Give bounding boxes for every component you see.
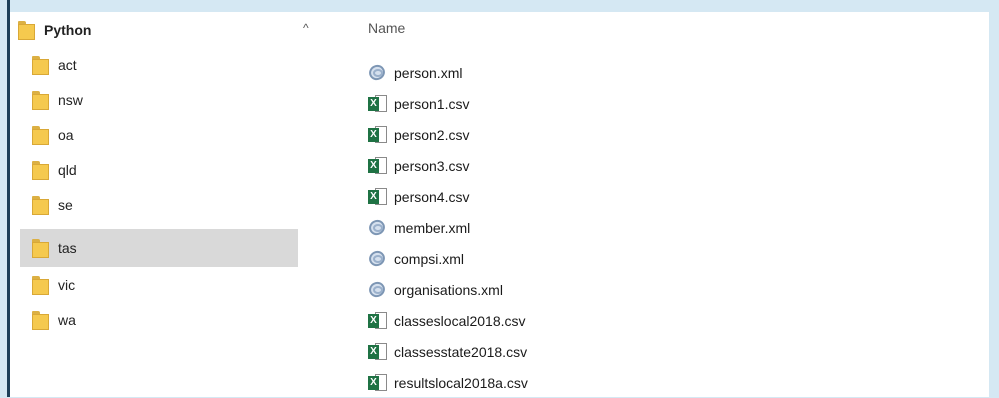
file-row[interactable]: person.xml [366,58,463,88]
file-name: classeslocal2018.csv [394,313,526,329]
file-row[interactable]: X person4.csv [368,182,469,212]
file-name: person4.csv [394,189,470,205]
folder-icon [32,310,49,330]
nav-item-nsw[interactable]: nsw [32,84,298,116]
file-row[interactable]: X person1.csv [368,89,469,119]
nav-item-wa[interactable]: wa [32,304,298,336]
file-name: person2.csv [394,127,470,143]
file-name: person1.csv [394,96,470,112]
navigation-pane: Python act nsw oa qld se tas vic wa [10,12,300,397]
file-row[interactable]: X person2.csv [368,120,469,150]
folder-icon [32,55,49,75]
xml-file-icon [366,248,388,269]
excel-csv-icon: X [368,156,388,176]
xml-file-icon [366,217,388,238]
nav-item-label: se [58,197,73,213]
window-top-strip [0,0,999,12]
folder-icon [18,20,35,40]
file-row[interactable]: compsi.xml [366,244,465,274]
folder-icon [32,90,49,110]
file-name: member.xml [394,220,471,236]
folder-icon [32,125,49,145]
excel-csv-icon: X [368,342,388,362]
nav-item-label: vic [58,277,76,293]
nav-item-label: oa [58,127,74,143]
file-name: compsi.xml [394,251,465,267]
file-row[interactable]: X classesstate2018.csv [368,337,527,367]
file-name: person.xml [394,65,463,81]
window-right-edge [989,0,999,397]
file-row[interactable]: member.xml [366,213,471,243]
file-row[interactable]: X classeslocal2018.csv [368,306,526,336]
nav-item-qld[interactable]: qld [32,154,298,186]
file-name: person3.csv [394,158,470,174]
file-name: resultslocal2018a.csv [394,375,528,391]
folder-icon [32,275,49,295]
nav-item-label: nsw [58,92,83,108]
file-name: organisations.xml [394,282,503,298]
folder-icon [32,238,49,258]
window-left-edge [0,0,10,397]
file-row[interactable]: organisations.xml [366,275,503,305]
xml-file-icon [366,279,388,300]
file-name: classesstate2018.csv [394,344,528,360]
excel-csv-icon: X [368,187,388,207]
file-row[interactable]: X resultslocal2018a.csv [368,368,528,398]
folder-icon [32,160,49,180]
nav-item-label: wa [58,312,76,328]
nav-item-se[interactable]: se [32,189,298,221]
excel-csv-icon: X [368,373,388,393]
file-row[interactable]: X person3.csv [368,151,469,181]
folder-icon [32,195,49,215]
column-header-name[interactable]: Name [368,20,405,36]
nav-item-label: act [58,57,77,73]
nav-item-tas[interactable]: tas [20,229,298,267]
file-list-pane: Name person.xml X person1.csv X person2.… [350,12,980,397]
nav-item-oa[interactable]: oa [32,119,298,151]
nav-item-label: tas [58,240,77,256]
file-explorer: Python act nsw oa qld se tas vic wa ^ Na… [10,12,989,397]
nav-item-label: Python [44,22,92,38]
nav-item-label: qld [58,162,77,178]
excel-csv-icon: X [368,94,388,114]
xml-file-icon [366,62,388,83]
nav-item-act[interactable]: act [32,49,298,81]
excel-csv-icon: X [368,311,388,331]
collapse-chevron-icon[interactable]: ^ [303,21,309,35]
nav-item-python[interactable]: Python [18,14,298,46]
nav-item-vic[interactable]: vic [32,269,298,301]
excel-csv-icon: X [368,125,388,145]
